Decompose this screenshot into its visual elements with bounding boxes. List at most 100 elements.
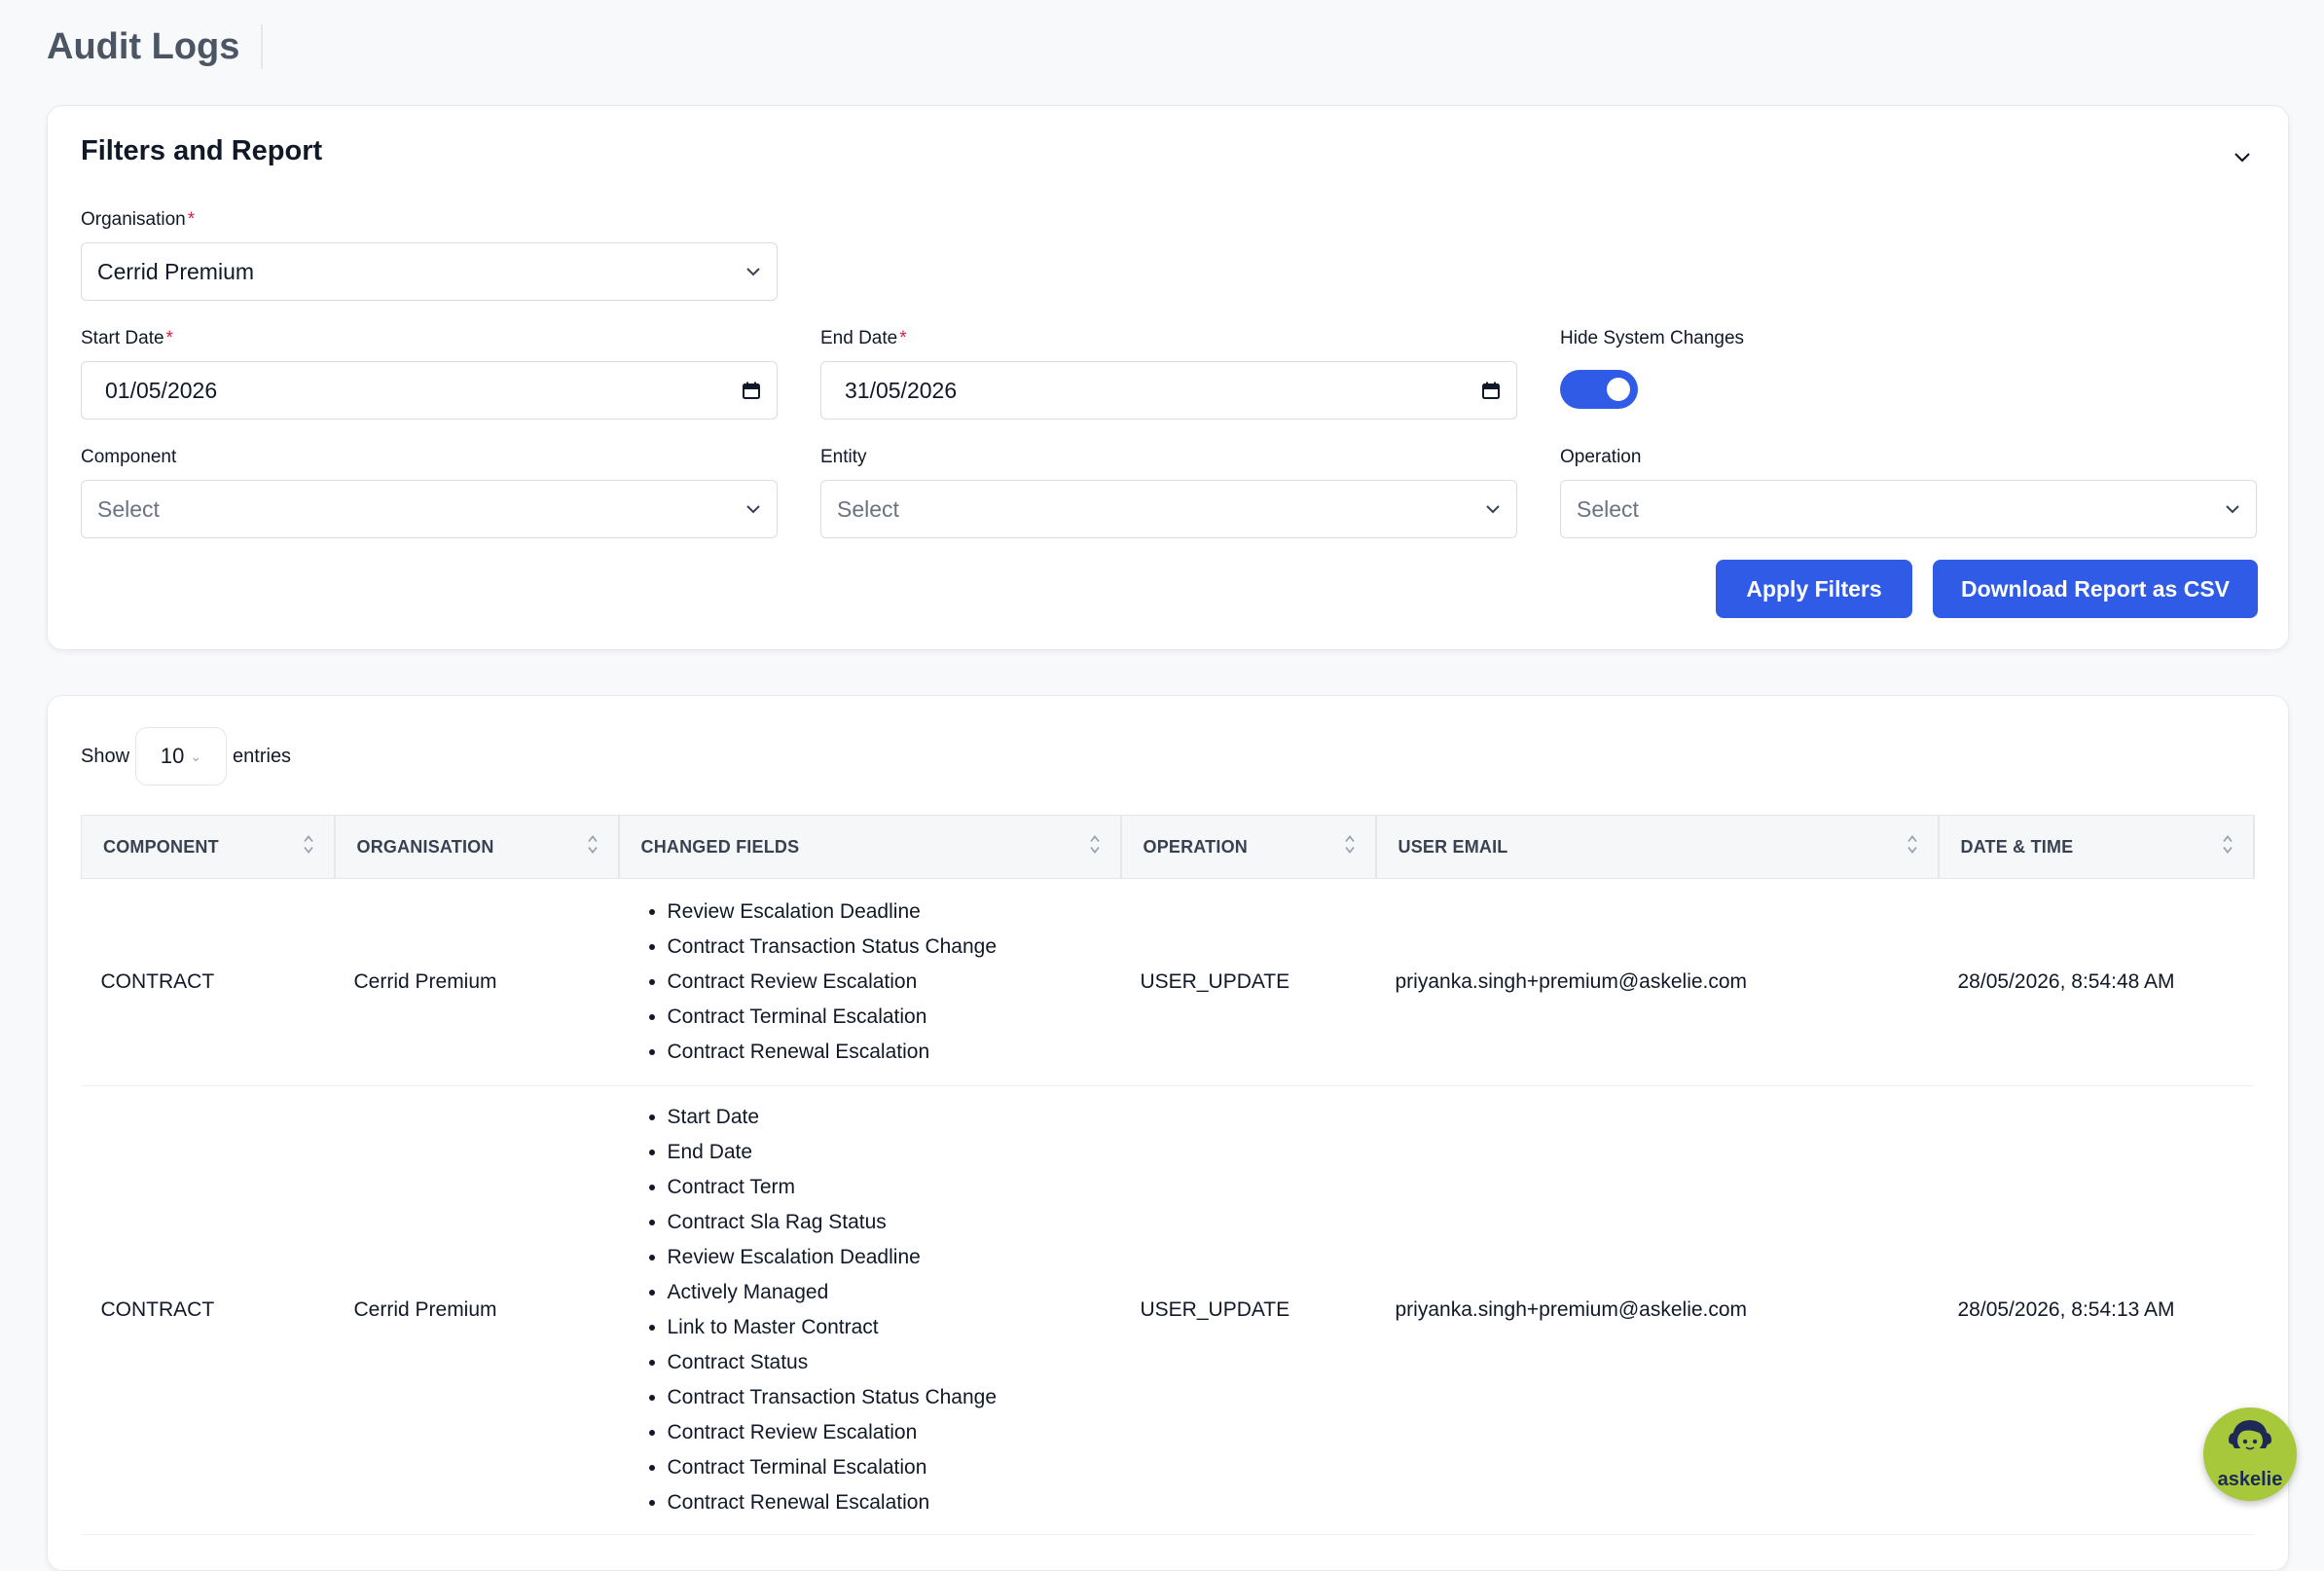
column-header-operation[interactable]: OPERATION (1120, 815, 1377, 879)
end-date-value: 31/05/2026 (845, 377, 958, 403)
hide-system-changes-toggle[interactable] (1560, 370, 1638, 409)
sort-icon[interactable] (2222, 834, 2233, 860)
required-mark: * (899, 328, 907, 348)
list-item: Contract Renewal Escalation (668, 1035, 1102, 1070)
chevron-down-icon (2234, 153, 2250, 163)
start-date-value: 01/05/2026 (105, 377, 218, 403)
end-date-label-text: End Date (820, 328, 898, 348)
entity-label: Entity (820, 447, 867, 467)
operation-label: Operation (1560, 447, 1642, 467)
list-item: Contract Review Escalation (668, 965, 1102, 1000)
cell-component: CONTRACT (81, 1085, 335, 1535)
cell-component: CONTRACT (81, 878, 335, 1086)
askelie-chat-button[interactable]: askelie (2203, 1407, 2297, 1501)
cell-organisation: Cerrid Premium (334, 878, 619, 1086)
entries-label: entries (233, 745, 292, 767)
component-select[interactable]: Select (81, 480, 778, 538)
cell-organisation: Cerrid Premium (334, 1085, 619, 1535)
chevron-down-icon (2225, 504, 2240, 514)
list-item: Contract Transaction Status Change (668, 1380, 1102, 1415)
header-label: ORGANISATION (356, 836, 494, 857)
start-date-label-text: Start Date (81, 328, 164, 348)
sort-icon[interactable] (1906, 834, 1918, 860)
list-item: Contract Terminal Escalation (668, 1450, 1102, 1485)
audit-table-card: Show 10 ⌄ entries COMPONENT ORGANISATION… (47, 695, 2289, 1571)
header-label: OPERATION (1143, 836, 1248, 857)
sort-icon[interactable] (1089, 834, 1101, 860)
list-item: Contract Review Escalation (668, 1415, 1102, 1450)
operation-select[interactable]: Select (1560, 480, 2257, 538)
list-item: Contract Term (668, 1170, 1102, 1205)
header-label: COMPONENT (103, 836, 219, 857)
entity-select[interactable]: Select (820, 480, 1517, 538)
calendar-icon[interactable] (742, 381, 761, 400)
page-title: Audit Logs (47, 24, 264, 69)
organisation-value: Cerrid Premium (97, 258, 255, 284)
changed-fields-list: Start Date End Date Contract Term Contra… (638, 1100, 1102, 1520)
chevron-down-icon (745, 504, 761, 514)
changed-fields-list: Review Escalation Deadline Contract Tran… (638, 895, 1102, 1070)
list-item: Contract Sla Rag Status (668, 1205, 1102, 1240)
chevron-down-icon (1485, 504, 1501, 514)
component-placeholder: Select (97, 495, 160, 522)
column-header-date-time[interactable]: DATE & TIME (1938, 815, 2255, 879)
list-item: Review Escalation Deadline (668, 895, 1102, 930)
column-header-changed-fields[interactable]: CHANGED FIELDS (618, 815, 1122, 879)
apply-filters-button[interactable]: Apply Filters (1716, 560, 1912, 618)
table-row: CONTRACT Cerrid Premium Start Date End D… (81, 1085, 2254, 1535)
sort-icon[interactable] (303, 834, 314, 860)
column-header-user-email[interactable]: USER EMAIL (1375, 815, 1940, 879)
end-date-input[interactable]: 31/05/2026 (820, 361, 1517, 420)
list-item: Contract Transaction Status Change (668, 930, 1102, 965)
page-size-select[interactable]: 10 ⌄ (135, 727, 228, 786)
chevron-down-icon (745, 267, 761, 276)
list-item: Review Escalation Deadline (668, 1240, 1102, 1275)
header-label: DATE & TIME (1960, 836, 2074, 857)
required-mark: * (165, 328, 173, 348)
organisation-label-text: Organisation (81, 209, 186, 230)
toggle-knob (1607, 378, 1630, 401)
list-item: Contract Status (668, 1345, 1102, 1380)
end-date-label: End Date * (820, 328, 907, 349)
cell-user-email: priyanka.singh+premium@askelie.com (1375, 1085, 1939, 1535)
page-size-control: Show 10 ⌄ entries (81, 727, 291, 786)
sort-icon[interactable] (587, 834, 599, 860)
list-item: Actively Managed (668, 1275, 1102, 1310)
page-size-value: 10 (160, 744, 185, 768)
assistant-avatar-icon (2229, 1420, 2271, 1452)
start-date-label: Start Date * (81, 328, 173, 349)
organisation-select[interactable]: Cerrid Premium (81, 242, 778, 301)
entity-placeholder: Select (837, 495, 899, 522)
audit-log-table: COMPONENT ORGANISATION CHANGED FIELDS OP… (81, 815, 2255, 1535)
sort-icon[interactable] (1344, 834, 1356, 860)
start-date-input[interactable]: 01/05/2026 (81, 361, 778, 420)
askelie-label: askelie (2217, 1469, 2283, 1490)
column-header-component[interactable]: COMPONENT (81, 815, 336, 879)
collapse-toggle[interactable] (2226, 141, 2259, 174)
hide-system-changes-label: Hide System Changes (1560, 328, 1745, 348)
show-label: Show (81, 745, 130, 767)
chevron-down-icon: ⌄ (190, 748, 202, 764)
column-header-organisation[interactable]: ORGANISATION (334, 815, 620, 879)
header-label: CHANGED FIELDS (640, 836, 800, 857)
organisation-label: Organisation * (81, 209, 195, 231)
header-label: USER EMAIL (1398, 836, 1508, 857)
page-header: Audit Logs (47, 21, 264, 72)
cell-changed-fields: Review Escalation Deadline Contract Tran… (618, 878, 1121, 1086)
filters-card: Filters and Report Organisation * Cerrid … (47, 105, 2289, 650)
download-csv-button[interactable]: Download Report as CSV (1933, 560, 2258, 618)
component-label: Component (81, 447, 177, 467)
cell-changed-fields: Start Date End Date Contract Term Contra… (618, 1085, 1121, 1535)
cell-date-time: 28/05/2026, 8:54:48 AM (1938, 878, 2254, 1086)
calendar-icon[interactable] (1481, 381, 1501, 400)
list-item: Link to Master Contract (668, 1310, 1102, 1345)
list-item: Start Date (668, 1100, 1102, 1135)
table-row: CONTRACT Cerrid Premium Review Escalatio… (81, 878, 2254, 1086)
cell-operation: USER_UPDATE (1120, 1085, 1376, 1535)
required-mark: * (187, 209, 196, 230)
table-header-row: COMPONENT ORGANISATION CHANGED FIELDS OP… (81, 815, 2255, 879)
list-item: End Date (668, 1135, 1102, 1170)
cell-user-email: priyanka.singh+premium@askelie.com (1375, 878, 1939, 1086)
filters-title: Filters and Report (81, 135, 323, 166)
list-item: Contract Renewal Escalation (668, 1485, 1102, 1520)
